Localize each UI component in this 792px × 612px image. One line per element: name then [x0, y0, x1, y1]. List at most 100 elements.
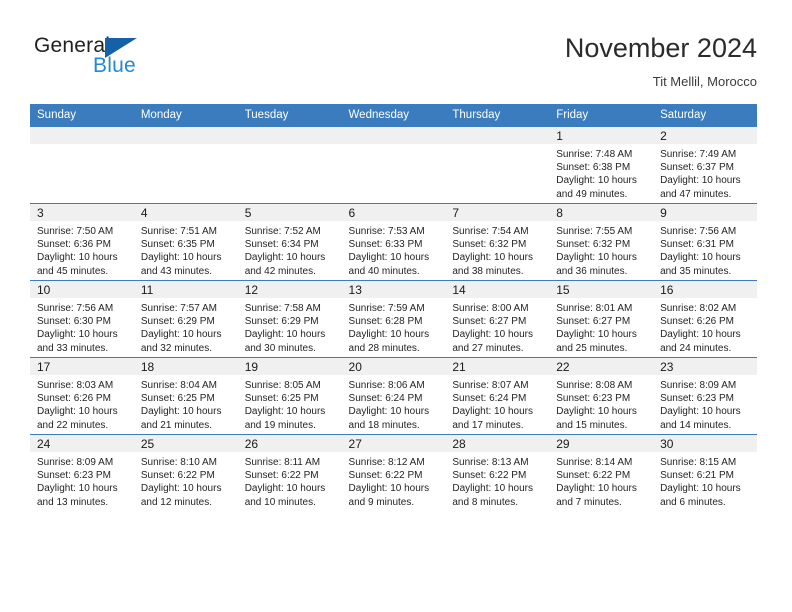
calendar-day-cell[interactable]: 10 Sunrise: 7:56 AM Sunset: 6:30 PM Dayligh… — [30, 280, 134, 358]
sunrise-text: Sunrise: 8:11 AM — [244, 457, 321, 468]
day-number: 12 — [237, 281, 342, 298]
calendar-day-cell[interactable]: 4 Sunrise: 7:51 AM Sunset: 6:35 PM Daylight… — [133, 203, 238, 281]
daylight-text-line1: Daylight: 10 hours — [452, 406, 533, 418]
daylight-text-line2: and 32 minutes. — [140, 342, 213, 354]
calendar-day-cell[interactable]: 29 Sunrise: 8:14 AM Sunset: 6:22 PM Dayligh… — [549, 434, 654, 511]
daylight-text-line2: and 43 minutes. — [140, 265, 213, 277]
sunrise-text: Sunrise: 8:02 AM — [660, 303, 737, 314]
sunset-text: Sunset: 6:27 PM — [452, 316, 527, 328]
calendar-day-cell[interactable]: 7 Sunrise: 7:54 AM Sunset: 6:32 PM Daylight… — [445, 203, 550, 281]
day-details: Sunrise: 8:02 AM Sunset: 6:26 PM Daylight:… — [653, 298, 757, 355]
day-number: 26 — [237, 435, 342, 452]
page-subtitle: Tit Mellil, Morocco — [652, 74, 757, 89]
calendar-page: General Blue November 2024 Tit Mellil, M… — [0, 0, 792, 612]
calendar-day-cell[interactable]: 21 Sunrise: 8:07 AM Sunset: 6:24 PM Dayligh… — [445, 357, 550, 435]
calendar-day-cell[interactable]: 25 Sunrise: 8:10 AM Sunset: 6:22 PM Dayligh… — [133, 434, 238, 511]
calendar-day-cell[interactable]: 8 Sunrise: 7:55 AM Sunset: 6:32 PM Daylight… — [549, 203, 654, 281]
calendar-day-cell[interactable]: 27 Sunrise: 8:12 AM Sunset: 6:22 PM Dayligh… — [341, 434, 446, 511]
sunset-text: Sunset: 6:22 PM — [452, 470, 527, 482]
day-details: Sunrise: 8:10 AM Sunset: 6:22 PM Daylight:… — [134, 452, 238, 509]
day-number: 14 — [445, 281, 550, 298]
sunset-text: Sunset: 6:37 PM — [660, 162, 734, 174]
calendar-day-cell[interactable]: 30 Sunrise: 8:15 AM Sunset: 6:21 PM Dayligh… — [653, 434, 757, 511]
title-block: November 2024 Tit Mellil, Morocco — [565, 32, 757, 90]
sunset-text: Sunset: 6:38 PM — [556, 162, 631, 174]
daylight-text-line2: and 8 minutes. — [452, 496, 518, 508]
calendar-day-cell[interactable]: 1 Sunrise: 7:48 AM Sunset: 6:38 PM Daylight… — [549, 126, 654, 204]
daylight-text-line2: and 24 minutes. — [660, 342, 732, 354]
daylight-text-line2: and 15 minutes. — [556, 419, 628, 431]
day-number: 10 — [30, 281, 134, 298]
day-details: Sunrise: 8:11 AM Sunset: 6:22 PM Daylight:… — [238, 452, 342, 509]
daylight-text-line2: and 13 minutes. — [37, 496, 109, 508]
page-header: General Blue November 2024 Tit Mellil, M… — [0, 0, 792, 100]
calendar-day-cell[interactable]: 13 Sunrise: 7:59 AM Sunset: 6:28 PM Dayligh… — [341, 280, 446, 358]
day-number: 15 — [549, 281, 654, 298]
sunrise-text: Sunrise: 7:58 AM — [244, 303, 321, 314]
calendar-day-cell[interactable]: 12 Sunrise: 7:58 AM Sunset: 6:29 PM Dayligh… — [237, 280, 342, 358]
sunrise-text: Sunrise: 7:57 AM — [140, 303, 217, 314]
daylight-text-line2: and 22 minutes. — [37, 419, 109, 431]
day-number: 8 — [549, 204, 654, 221]
calendar-day-cell[interactable]: 14 Sunrise: 8:00 AM Sunset: 6:27 PM Dayligh… — [445, 280, 550, 358]
calendar-day-cell[interactable]: 19 Sunrise: 8:05 AM Sunset: 6:25 PM Dayligh… — [237, 357, 342, 435]
daylight-text-line2: and 6 minutes. — [660, 496, 726, 508]
sunrise-text: Sunrise: 8:15 AM — [660, 457, 737, 468]
day-number — [341, 127, 446, 144]
daylight-text-line1: Daylight: 10 hours — [556, 483, 637, 495]
sunset-text: Sunset: 6:31 PM — [660, 239, 734, 251]
general-blue-logo[interactable]: General Blue — [34, 34, 214, 82]
calendar-day-cell[interactable]: 2 Sunrise: 7:49 AM Sunset: 6:37 PM Daylight… — [653, 126, 757, 204]
day-details: Sunrise: 7:56 AM Sunset: 6:31 PM Daylight:… — [653, 221, 757, 278]
daylight-text-line2: and 14 minutes. — [660, 419, 732, 431]
calendar-day-cell[interactable]: 11 Sunrise: 7:57 AM Sunset: 6:29 PM Dayligh… — [133, 280, 238, 358]
day-number: 5 — [237, 204, 342, 221]
calendar-day-cell[interactable]: 26 Sunrise: 8:11 AM Sunset: 6:22 PM Dayligh… — [237, 434, 342, 511]
calendar-day-cell[interactable]: 18 Sunrise: 8:04 AM Sunset: 6:25 PM Dayligh… — [133, 357, 238, 435]
calendar-day-cell[interactable]: 20 Sunrise: 8:06 AM Sunset: 6:24 PM Dayligh… — [341, 357, 446, 435]
daylight-text-line1: Daylight: 10 hours — [452, 483, 533, 495]
sunset-text: Sunset: 6:26 PM — [37, 393, 111, 405]
day-number: 7 — [445, 204, 550, 221]
daylight-text-line2: and 19 minutes. — [244, 419, 316, 431]
calendar-day-cell[interactable]: 22 Sunrise: 8:08 AM Sunset: 6:23 PM Dayligh… — [549, 357, 654, 435]
calendar-day-cell-empty — [445, 126, 550, 204]
day-details: Sunrise: 7:49 AM Sunset: 6:37 PM Daylight:… — [653, 144, 757, 201]
day-details: Sunrise: 8:06 AM Sunset: 6:24 PM Daylight:… — [342, 375, 446, 432]
day-number: 2 — [653, 127, 757, 144]
day-details: Sunrise: 8:09 AM Sunset: 6:23 PM Daylight:… — [653, 375, 757, 432]
calendar-day-cell[interactable]: 9 Sunrise: 7:56 AM Sunset: 6:31 PM Daylight… — [653, 203, 757, 281]
calendar-day-cell[interactable]: 16 Sunrise: 8:02 AM Sunset: 6:26 PM Dayligh… — [653, 280, 757, 358]
day-details: Sunrise: 7:53 AM Sunset: 6:33 PM Daylight:… — [342, 221, 446, 278]
calendar-day-cell-empty — [30, 126, 134, 204]
sunrise-text: Sunrise: 7:53 AM — [348, 226, 425, 237]
daylight-text-line2: and 21 minutes. — [140, 419, 213, 431]
day-number: 11 — [133, 281, 238, 298]
daylight-text-line2: and 35 minutes. — [660, 265, 732, 277]
daylight-text-line1: Daylight: 10 hours — [660, 329, 741, 341]
sunrise-text: Sunrise: 8:09 AM — [37, 457, 114, 468]
sunset-text: Sunset: 6:21 PM — [660, 470, 734, 482]
calendar-day-cell[interactable]: 6 Sunrise: 7:53 AM Sunset: 6:33 PM Daylight… — [341, 203, 446, 281]
calendar-day-cell[interactable]: 5 Sunrise: 7:52 AM Sunset: 6:34 PM Daylight… — [237, 203, 342, 281]
day-details: Sunrise: 7:56 AM Sunset: 6:30 PM Daylight:… — [30, 298, 134, 355]
sunrise-text: Sunrise: 8:13 AM — [452, 457, 529, 468]
day-number — [237, 127, 342, 144]
day-number: 29 — [549, 435, 654, 452]
day-details: Sunrise: 8:15 AM Sunset: 6:21 PM Daylight:… — [653, 452, 757, 509]
sunset-text: Sunset: 6:23 PM — [556, 393, 631, 405]
calendar-day-cell[interactable]: 17 Sunrise: 8:03 AM Sunset: 6:26 PM Dayligh… — [30, 357, 134, 435]
calendar-day-cell[interactable]: 28 Sunrise: 8:13 AM Sunset: 6:22 PM Dayligh… — [445, 434, 550, 511]
weekday-header-friday: Friday — [549, 104, 654, 127]
daylight-text-line1: Daylight: 10 hours — [556, 329, 637, 341]
calendar-day-cell[interactable]: 15 Sunrise: 8:01 AM Sunset: 6:27 PM Dayligh… — [549, 280, 654, 358]
day-number: 19 — [237, 358, 342, 375]
calendar-day-cell[interactable]: 23 Sunrise: 8:09 AM Sunset: 6:23 PM Dayligh… — [653, 357, 757, 435]
sunset-text: Sunset: 6:24 PM — [348, 393, 423, 405]
calendar-day-cell[interactable]: 24 Sunrise: 8:09 AM Sunset: 6:23 PM Dayligh… — [30, 434, 134, 511]
sunset-text: Sunset: 6:25 PM — [140, 393, 215, 405]
calendar-day-cell[interactable]: 3 Sunrise: 7:50 AM Sunset: 6:36 PM Daylight… — [30, 203, 134, 281]
daylight-text-line1: Daylight: 10 hours — [556, 175, 637, 187]
calendar-day-cell-empty — [341, 126, 446, 204]
calendar-header-row: Sunday Monday Tuesday Wednesday Thursday… — [30, 104, 757, 127]
